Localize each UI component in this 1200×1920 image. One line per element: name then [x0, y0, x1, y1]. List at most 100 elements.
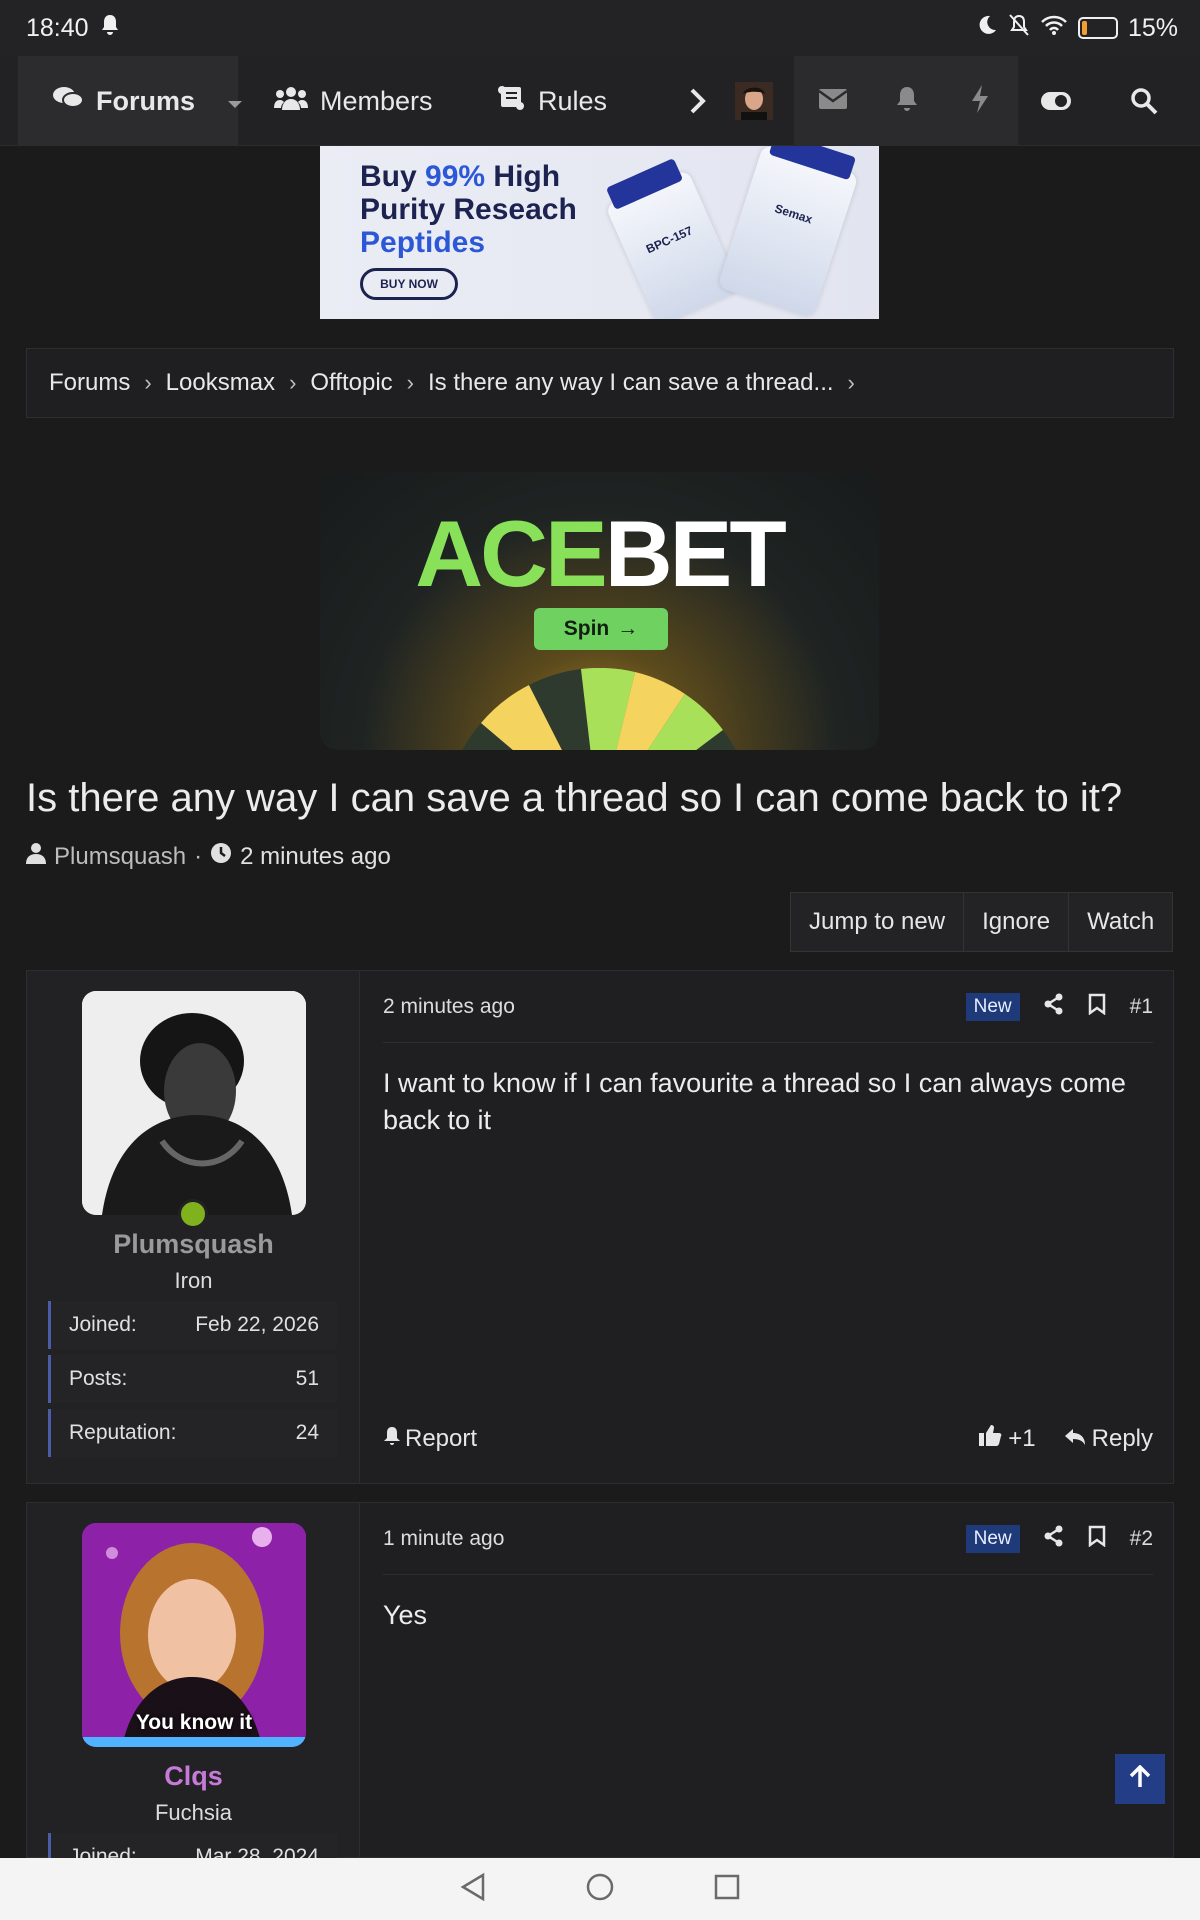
breadcrumb-thread[interactable]: Is there any way I can save a thread... — [428, 369, 834, 397]
user-avatar[interactable] — [732, 56, 776, 146]
home-icon[interactable] — [585, 1872, 615, 1907]
battery-percent: 15% — [1127, 13, 1178, 42]
ad-banner-peptides[interactable]: Buy 99% High Purity Reseach Peptides BUY… — [320, 146, 879, 319]
ignore-button[interactable]: Ignore — [964, 893, 1070, 951]
meta-separator: · — [194, 842, 203, 870]
battery-icon — [1077, 17, 1118, 39]
arrow-right-icon: → — [617, 617, 639, 640]
bookmark-icon[interactable] — [1088, 993, 1106, 1021]
ad-banner-acebet[interactable]: ACEBET Spin → — [320, 472, 879, 750]
ad-buy-now-button[interactable]: BUY NOW — [360, 268, 458, 300]
post-2-content: 1 minute ago New #2 Yes — [383, 1503, 1153, 1857]
thread-time[interactable]: 2 minutes ago — [240, 843, 391, 871]
nav-more-chevron-icon[interactable] — [676, 56, 720, 146]
post-number[interactable]: #2 — [1130, 1527, 1153, 1551]
jump-to-new-button[interactable]: Jump to new — [791, 893, 965, 951]
user-rank: Fuchsia — [154, 1800, 233, 1825]
ad-line1-highlight: 99% — [425, 160, 486, 193]
thread-title: Is there any way I can save a thread so … — [26, 776, 1123, 820]
breadcrumb-offtopic[interactable]: Offtopic — [310, 369, 392, 397]
chevron-right-icon: › — [847, 370, 855, 395]
thread-author[interactable]: Plumsquash — [54, 843, 186, 871]
clock-icon — [210, 842, 232, 871]
notification-bell-icon — [99, 13, 121, 44]
report-label: Report — [405, 1424, 478, 1452]
search-icon[interactable] — [1106, 56, 1182, 146]
post-username[interactable]: Clqs — [27, 1761, 360, 1792]
thumbs-up-icon — [978, 1423, 1002, 1454]
ad-line1-end: High — [485, 160, 561, 193]
like-button[interactable]: +1 — [978, 1423, 1036, 1454]
post-body: I want to know if I can favourite a thre… — [383, 1068, 1126, 1135]
dnd-moon-icon — [976, 14, 998, 43]
post-2: You know it Clqs Fuchsia Joined: Mar 28,… — [26, 1502, 1174, 1881]
logo-part-bet: BET — [604, 501, 787, 606]
breadcrumb: Forums › Looksmax › Offtopic › Is there … — [26, 348, 1174, 418]
top-nav: Forums Members Rules — [0, 56, 1200, 146]
spin-label: Spin — [563, 617, 610, 640]
thread-meta: Plumsquash · 2 minutes ago — [26, 842, 391, 871]
bolt-icon[interactable] — [970, 84, 990, 119]
bookmark-icon[interactable] — [1088, 1525, 1106, 1553]
nav-members-label: Members — [320, 85, 433, 116]
stat-posts: Posts: 51 — [48, 1355, 337, 1403]
arrow-up-icon — [1129, 1764, 1151, 1794]
post-time[interactable]: 1 minute ago — [383, 1527, 504, 1551]
share-icon[interactable] — [1044, 993, 1064, 1021]
ad-line1: Buy — [360, 160, 426, 193]
nav-user-actions — [794, 56, 1018, 146]
ad-headline: Buy 99% High Purity Reseach Peptides — [360, 160, 577, 259]
stat-label: Reputation: — [69, 1421, 177, 1444]
nav-members[interactable]: Members — [274, 56, 433, 146]
thread-actions: Jump to new Ignore Watch — [790, 892, 1174, 952]
recents-icon[interactable] — [713, 1873, 741, 1906]
theme-toggle-icon[interactable] — [1018, 56, 1094, 146]
post-1-content: 2 minutes ago New #1 I want to know if I… — [383, 971, 1153, 1483]
spin-button[interactable]: Spin → — [534, 608, 668, 650]
post-username[interactable]: Plumsquash — [27, 1229, 360, 1260]
report-button[interactable]: Report — [383, 1425, 477, 1453]
post-header: 1 minute ago New #2 — [383, 1503, 1153, 1575]
status-bar: 18:40 15% — [0, 0, 1200, 56]
chevron-down-icon[interactable] — [227, 86, 243, 117]
online-status-dot — [178, 1199, 208, 1229]
share-icon[interactable] — [1044, 1525, 1064, 1553]
back-icon[interactable] — [459, 1872, 487, 1907]
chevron-right-icon: › — [406, 370, 414, 395]
envelope-icon[interactable] — [818, 88, 848, 115]
breadcrumb-looksmax[interactable]: Looksmax — [166, 369, 275, 397]
avatar[interactable] — [82, 991, 306, 1215]
reply-button[interactable]: Reply — [1064, 1425, 1153, 1453]
bell-icon[interactable] — [894, 85, 920, 118]
reply-label: Reply — [1091, 1424, 1153, 1452]
nav-forums-label: Forums — [96, 85, 196, 116]
stat-joined: Joined: Feb 22, 2026 — [48, 1301, 337, 1349]
breadcrumb-forums[interactable]: Forums — [49, 369, 130, 397]
post-1-user-panel: Plumsquash Iron Joined: Feb 22, 2026 Pos… — [27, 971, 360, 1483]
nav-rules-label: Rules — [538, 85, 608, 116]
new-badge: New — [965, 1524, 1020, 1553]
avatar[interactable]: You know it — [82, 1523, 306, 1747]
user-icon — [26, 842, 46, 871]
acebet-logo: ACEBET — [320, 500, 879, 608]
prize-wheel-image — [462, 668, 736, 750]
post-footer: Report +1 Reply — [383, 1423, 1153, 1454]
scroll-to-top-button[interactable] — [1115, 1754, 1165, 1804]
post-1: Plumsquash Iron Joined: Feb 22, 2026 Pos… — [26, 970, 1174, 1484]
wifi-icon — [1040, 14, 1068, 43]
stat-label: Posts: — [69, 1367, 128, 1390]
post-number[interactable]: #1 — [1130, 995, 1153, 1019]
chevron-right-icon: › — [144, 370, 152, 395]
bell-icon — [383, 1425, 401, 1453]
vial-image: BPC-157 — [605, 158, 741, 319]
post-time[interactable]: 2 minutes ago — [383, 995, 515, 1019]
nav-rules[interactable]: Rules — [496, 56, 607, 146]
vial-image: Semax — [717, 146, 859, 318]
nav-forums[interactable]: Forums — [18, 56, 243, 146]
watch-button[interactable]: Watch — [1069, 893, 1172, 951]
chevron-right-icon: › — [289, 370, 297, 395]
post-header: 2 minutes ago New #1 — [383, 971, 1153, 1043]
stat-reputation: Reputation: 24 — [48, 1409, 337, 1457]
scroll-icon — [496, 85, 526, 118]
stat-value: 51 — [295, 1367, 319, 1390]
